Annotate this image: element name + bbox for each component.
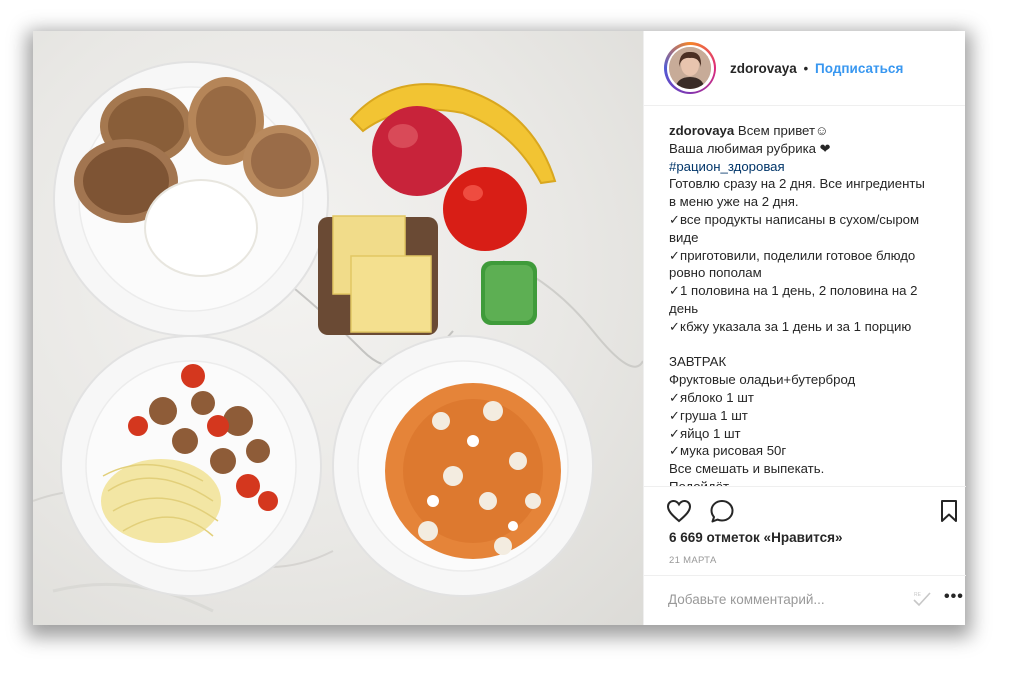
- caption-greeting: Всем привет☺: [734, 123, 829, 138]
- post-header: zdorovaya • Подписаться: [644, 31, 965, 106]
- caption-line: ЗАВТРАК: [669, 354, 727, 370]
- story-ring[interactable]: [664, 42, 716, 94]
- caption-line: виде: [669, 229, 699, 245]
- post-check-icon[interactable]: RE: [912, 590, 932, 613]
- caption-line: ✓груша 1 шт: [669, 407, 748, 423]
- speech-bubble-icon[interactable]: [709, 499, 735, 528]
- caption-line: Готовлю сразу на 2 дня. Все ингредиенты: [669, 176, 925, 192]
- comment-input[interactable]: [668, 592, 898, 607]
- caption-line: в меню уже на 2 дня.: [669, 194, 799, 210]
- follow-button[interactable]: Подписаться: [815, 61, 903, 76]
- avatar-image: [669, 47, 711, 89]
- svg-text:RE: RE: [914, 592, 922, 598]
- post-photo[interactable]: [33, 31, 643, 625]
- separator-dot: •: [803, 60, 809, 76]
- avatar[interactable]: [669, 47, 711, 89]
- post-details-panel: zdorovaya • Подписаться zdorovaya Всем п…: [643, 31, 966, 625]
- caption-line: ✓мука рисовая 50г: [669, 443, 787, 459]
- likes-count[interactable]: 6 669 отметок «Нравится»: [669, 530, 843, 545]
- post-date[interactable]: 21 марта: [669, 555, 717, 566]
- food-photo-illustration: [33, 61, 643, 613]
- caption-line: ✓1 половина на 1 день, 2 половина на 2: [669, 283, 918, 299]
- action-bar: [644, 486, 966, 536]
- ellipsis-icon[interactable]: •••: [944, 588, 964, 606]
- caption-line: ✓яйцо 1 шт: [669, 425, 741, 441]
- post-caption: zdorovaya Всем привет☺ Ваша любимая рубр…: [644, 106, 965, 486]
- plate-spaghetti: [60, 335, 322, 597]
- caption-line: Подойдёт: [669, 478, 945, 486]
- plate-salad: [332, 335, 594, 597]
- post-window: zdorovaya • Подписаться zdorovaya Всем п…: [33, 31, 966, 625]
- comment-bar: RE •••: [644, 575, 966, 625]
- caption-line: ✓все продукты написаны в сухом/сыром: [669, 211, 920, 227]
- caption-line: Фруктовые оладьи+бутерброд: [669, 372, 856, 388]
- caption-line: ✓приготовили, поделили готовое блюдо: [669, 247, 916, 263]
- plate-pancakes: [53, 61, 329, 337]
- caption-line: ровно пополам: [669, 265, 762, 281]
- caption-line: Все смешать и выпекать.: [669, 461, 825, 477]
- heart-outline-icon[interactable]: [666, 499, 692, 528]
- bookmark-icon[interactable]: [940, 499, 958, 528]
- caption-line: ✓кбжу указала за 1 день и за 1 порцию: [669, 318, 912, 334]
- sandwich: [318, 215, 438, 335]
- username[interactable]: zdorovaya: [730, 61, 797, 76]
- hashtag-link[interactable]: #рацион_здоровая: [669, 158, 945, 176]
- caption-line: Ваша любимая рубрика ❤: [669, 140, 831, 156]
- caption-username[interactable]: zdorovaya: [669, 123, 734, 138]
- tomato: [443, 167, 527, 251]
- apple: [372, 106, 462, 196]
- caption-line: день: [669, 300, 699, 316]
- caption-line: ✓яблоко 1 шт: [669, 389, 754, 405]
